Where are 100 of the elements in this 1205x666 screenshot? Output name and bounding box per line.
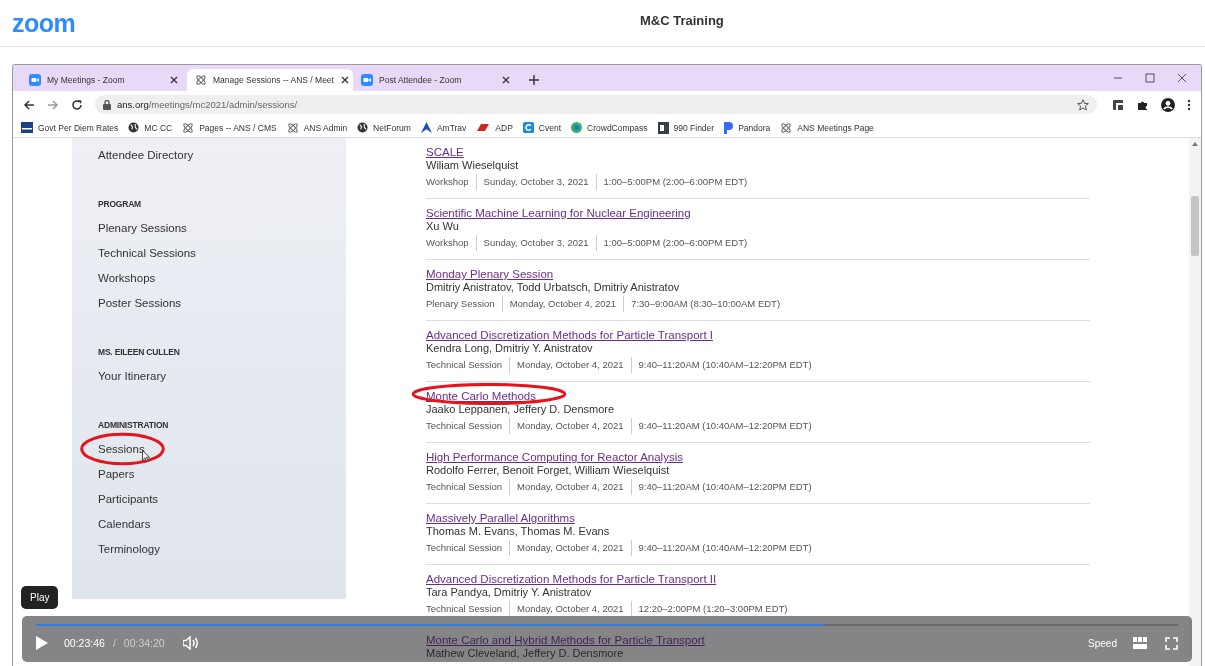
sidebar-link[interactable]: Plenary Sessions [98, 221, 187, 234]
atom-icon [286, 121, 299, 134]
bookmark[interactable]: Pandora [724, 121, 771, 134]
bookmark[interactable]: NetForum [357, 122, 411, 133]
session-type: Technical Session [426, 358, 504, 372]
sidebar-link[interactable]: Papers [98, 467, 135, 480]
lock-icon [103, 99, 111, 110]
forward-icon[interactable] [47, 98, 59, 111]
star-icon[interactable] [1077, 98, 1089, 111]
scrollbar[interactable] [1189, 138, 1201, 666]
video-camera-icon [361, 74, 373, 86]
session-time: 1:00–5:00PM (2:00–6:00PM EDT) [595, 174, 755, 190]
presenter-names: Wiliam Wieselquist [426, 159, 520, 172]
session-time: 9:40–11:20AM (10:40AM–12:20PM EDT) [630, 418, 819, 434]
session-date: Monday, October 4, 2021 [509, 418, 631, 434]
bookmark[interactable]: AmTrav [420, 122, 467, 133]
session-date: Monday, October 4, 2021 [509, 357, 631, 373]
bookmark[interactable]: 990 Finder [657, 121, 715, 134]
scroll-up-icon [1192, 142, 1198, 146]
session-type: Technical Session [426, 602, 504, 616]
ring-icon [571, 122, 583, 133]
sidebar-link[interactable]: Terminology [98, 542, 160, 555]
duration-time: 00:34:20 [123, 637, 165, 649]
session-date: Monday, October 4, 2021 [509, 479, 631, 495]
p-shape-icon [724, 121, 734, 134]
bookmark[interactable]: ANS Admin [286, 121, 348, 134]
presenter-names: Dmitriy Anistratov, Todd Urbatsch, Dmitriy Anistratov [426, 281, 681, 294]
browser-tab[interactable]: Post Attendee - Zoom [353, 69, 519, 91]
close-icon[interactable] [169, 75, 179, 85]
bookmark[interactable]: Cvent [522, 122, 562, 133]
back-icon[interactable] [23, 98, 35, 111]
section-heading: MS. EILEEN CULLEN [98, 346, 181, 359]
bookmark[interactable]: ADP [476, 122, 513, 133]
flag-icon [21, 122, 33, 133]
menu-icon[interactable] [1187, 98, 1191, 111]
session-link[interactable]: Advanced Discretization Methods for Particle Transport I [426, 328, 713, 342]
tab-title: Post Attendee - Zoom [379, 75, 463, 85]
browser-tab[interactable]: My Meetings - Zoom [21, 69, 187, 91]
close-icon[interactable] [1177, 73, 1187, 83]
close-icon[interactable] [339, 75, 350, 85]
bookmark[interactable]: Govt Per Diem Rates [21, 122, 119, 133]
speed-button[interactable]: Speed [1088, 637, 1117, 649]
grid-icon[interactable] [1133, 637, 1147, 649]
presenter-names: Xu Wu [426, 220, 460, 233]
reload-icon[interactable] [71, 98, 83, 111]
session-link[interactable]: Monday Plenary Session [426, 267, 554, 281]
document-icon [657, 121, 669, 134]
session-time: 9:40–11:20AM (10:40AM–12:20PM EDT) [630, 540, 819, 556]
sidebar-link[interactable]: Poster Sessions [98, 296, 182, 309]
square-c-icon [522, 122, 534, 133]
atom-icon [182, 121, 195, 134]
session-link[interactable]: SCALE [426, 145, 464, 159]
browser-tab[interactable]: Manage Sessions -- ANS / Meet [187, 69, 353, 91]
sidebar-link[interactable]: Calendars [98, 517, 151, 530]
session-link[interactable]: Scientific Machine Learning for Nuclear Engineering [426, 206, 691, 220]
session-type: Technical Session [426, 541, 504, 555]
atom-icon [195, 74, 207, 86]
sidebar-link[interactable]: Your Itinerary [98, 369, 166, 382]
globe-icon [128, 122, 140, 133]
session-time: 1:00–5:00PM (2:00–6:00PM EDT) [595, 235, 755, 251]
bookmark[interactable]: MC CC [128, 122, 173, 133]
presenter-names: Thomas M. Evans, Thomas M. Evans [426, 525, 611, 538]
volume-icon[interactable] [182, 636, 199, 650]
extension-icon[interactable] [1113, 98, 1125, 111]
plus-icon[interactable] [529, 75, 539, 85]
scrollbar-thumb[interactable] [1191, 196, 1199, 256]
session-link[interactable]: Advanced Discretization Methods for Particle Transport II [426, 572, 717, 586]
elapsed-time: 00:23:46 [64, 637, 105, 649]
meeting-title: M&C Training [640, 13, 724, 28]
play-tooltip: Play [21, 586, 59, 609]
fullscreen-icon[interactable] [1165, 636, 1178, 650]
section-heading: ADMINISTRATION [98, 419, 170, 432]
session-type: Workshop [426, 236, 470, 250]
presenter-names: Rodolfo Ferrer, Benoit Forget, William Wieselquist [426, 464, 671, 477]
session-date: Monday, October 4, 2021 [509, 601, 631, 617]
play-icon[interactable] [36, 636, 48, 650]
sidebar-link[interactable]: Workshops [98, 271, 156, 284]
sidebar-link[interactable]: Technical Sessions [98, 246, 196, 259]
url-text: ans.org/meetings/mc2021/admin/sessions/ [117, 99, 299, 110]
tab-title: Manage Sessions -- ANS / Meet [213, 75, 334, 85]
address-bar[interactable]: ans.org/meetings/mc2021/admin/sessions/ [95, 95, 1097, 114]
sidebar-link[interactable]: Attendee Directory [98, 148, 194, 161]
session-link[interactable]: High Performance Computing for Reactor Analysis [426, 450, 683, 464]
session-link[interactable]: Massively Parallel Algorithms [426, 511, 575, 525]
peak-icon [420, 122, 432, 133]
sidebar-link[interactable]: Participants [98, 492, 159, 505]
session-time: 7:30–9:00AM (8:30–10:00AM EDT) [623, 296, 788, 312]
session-date: Monday, October 4, 2021 [501, 296, 624, 312]
bookmark[interactable]: Pages -- ANS / CMS [182, 121, 277, 134]
presenter-names: Kendra Long, Dmitriy Y. Anistratov [426, 342, 594, 355]
maximize-icon[interactable] [1145, 73, 1155, 83]
tab-title: My Meetings - Zoom [47, 75, 126, 85]
globe-icon [357, 122, 369, 133]
session-link[interactable]: Monte Carlo and Hybrid Methods for Particle Transport [426, 633, 705, 647]
bookmark[interactable]: CrowdCompass [571, 122, 648, 133]
video-camera-icon [29, 74, 41, 86]
profile-icon[interactable] [1161, 97, 1175, 112]
bookmark[interactable]: ANS Meetings Page [780, 121, 874, 134]
close-icon[interactable] [501, 75, 511, 85]
swoosh-icon [476, 123, 491, 132]
